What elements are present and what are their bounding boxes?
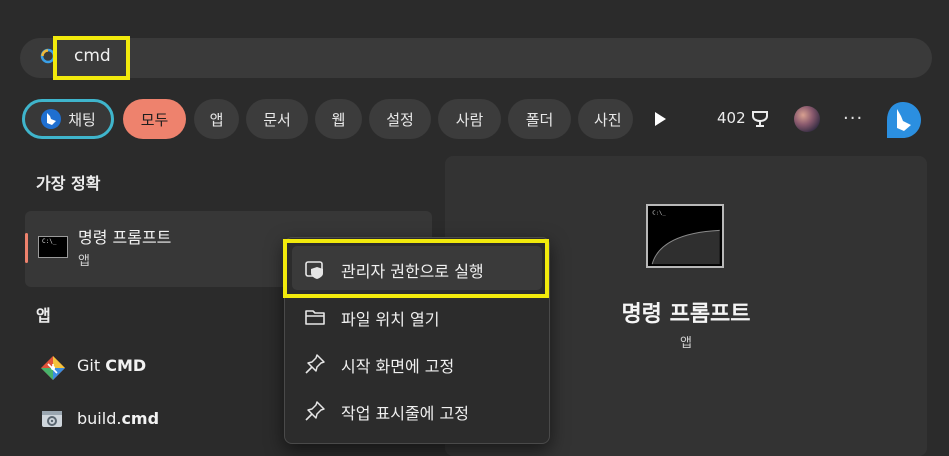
chip-documents[interactable]: 문서 [246, 99, 308, 139]
trophy-icon [752, 111, 768, 127]
chip-all[interactable]: 모두 [123, 99, 186, 139]
chip-settings[interactable]: 설정 [369, 99, 431, 139]
menu-item-pin-to-start[interactable]: 시작 화면에 고정 [341, 353, 454, 377]
app-result-match: cmd [121, 409, 160, 428]
app-result-prefix: build. [77, 409, 122, 428]
chip-people[interactable]: 사람 [438, 99, 501, 139]
app-result-prefix: Git [77, 356, 106, 375]
bing-chat-icon [41, 109, 62, 129]
more-icon[interactable]: ··· [843, 108, 863, 129]
folder-icon [305, 310, 325, 325]
chip-label: 채팅 [68, 110, 96, 129]
best-match-heading: 가장 정확 [36, 174, 101, 193]
command-prompt-icon: C:\_ [646, 204, 724, 268]
build-file-icon [42, 411, 62, 427]
menu-highlight-box [283, 239, 549, 298]
git-icon [41, 356, 65, 380]
avatar[interactable] [794, 106, 820, 132]
best-match-title: 명령 프롬프트 [78, 228, 172, 247]
rewards-points: 402 [717, 109, 746, 127]
chip-web[interactable]: 웹 [315, 99, 362, 139]
selection-indicator [25, 233, 28, 263]
pin-icon [305, 354, 325, 374]
app-result-build-cmd[interactable]: build.cmd [77, 409, 159, 428]
menu-item-pin-to-taskbar[interactable]: 작업 표시줄에 고정 [341, 400, 469, 424]
menu-item-open-file-location[interactable]: 파일 위치 열기 [341, 306, 440, 330]
search-bar[interactable] [20, 38, 932, 78]
scroll-right-icon[interactable] [652, 110, 668, 128]
best-match-subtitle: 앱 [78, 254, 90, 269]
app-result-match: CMD [105, 356, 147, 375]
chip-photos[interactable]: 사진 [578, 99, 633, 139]
command-prompt-icon-text: C:\_ [42, 238, 57, 245]
thumb-prompt-text: C:\_ [652, 210, 666, 216]
apps-heading: 앱 [36, 306, 51, 325]
pin-icon [305, 401, 325, 421]
bing-icon[interactable] [882, 99, 924, 141]
search-highlight-box [53, 36, 130, 80]
app-result-git-cmd[interactable]: Git CMD [77, 356, 146, 375]
chip-folders[interactable]: 폴더 [508, 99, 571, 139]
chip-apps[interactable]: 앱 [194, 99, 239, 139]
chip-chat[interactable]: 채팅 [22, 99, 114, 139]
